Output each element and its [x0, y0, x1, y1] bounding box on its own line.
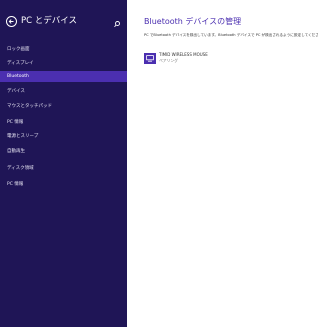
- search-button[interactable]: [112, 16, 122, 28]
- sidebar-item-label: デバイス: [7, 89, 25, 94]
- sidebar-item-label: Bluetooth: [7, 74, 29, 79]
- device-list-item[interactable]: TIMID WIRELESS MOUSE ペアリング: [144, 52, 264, 66]
- page-title: Bluetooth デバイスの管理: [144, 17, 242, 26]
- sidebar-item-mouse-touchpad[interactable]: マウスとタッチパッド: [0, 101, 127, 112]
- sidebar-item-label: ロック画面: [7, 47, 30, 52]
- sidebar-item-label: マウスとタッチパッド: [7, 104, 52, 109]
- sidebar-item-display[interactable]: ディスプレイ: [0, 58, 127, 69]
- sidebar-item-lock-screen[interactable]: ロック画面: [0, 44, 127, 55]
- sidebar-item-label: 自動再生: [7, 149, 25, 154]
- sidebar-item-label: PC 情報: [7, 182, 24, 187]
- sidebar-item-label: 電源とスリープ: [7, 134, 39, 139]
- sidebar-item-label: ディスク領域: [7, 166, 34, 171]
- back-button[interactable]: [6, 16, 17, 27]
- device-name: TIMID WIRELESS MOUSE: [159, 52, 208, 57]
- sidebar-item-pc-info[interactable]: PC 情報: [0, 117, 127, 128]
- sidebar-item-power-sleep[interactable]: 電源とスリープ: [0, 131, 127, 142]
- device-status: ペアリング: [159, 58, 178, 63]
- description-text: PC でBluetooth デバイスを検出しています。Bluetooth デバイ…: [144, 33, 318, 37]
- sidebar-item-disk-space[interactable]: ディスク領域: [0, 163, 127, 174]
- sidebar-item-pc-info-2[interactable]: PC 情報: [0, 179, 127, 190]
- sidebar-item-label: ディスプレイ: [7, 61, 34, 66]
- search-icon: [114, 21, 120, 28]
- sidebar-item-devices[interactable]: デバイス: [0, 86, 127, 97]
- back-arrow-icon: [8, 19, 14, 24]
- sidebar-item-bluetooth[interactable]: Bluetooth: [0, 71, 127, 82]
- sidebar-title: PC とデバイス: [21, 16, 78, 26]
- device-icon: [144, 53, 156, 64]
- sidebar: PC とデバイス ロック画面 ディスプレイ Bluetooth デバイス マウス…: [0, 0, 127, 327]
- sidebar-header: PC とデバイス: [6, 16, 122, 30]
- sidebar-item-autoplay[interactable]: 自動再生: [0, 146, 127, 157]
- sidebar-item-label: PC 情報: [7, 120, 24, 125]
- main-content: Bluetooth デバイスの管理 PC でBluetooth デバイスを検出し…: [127, 0, 320, 327]
